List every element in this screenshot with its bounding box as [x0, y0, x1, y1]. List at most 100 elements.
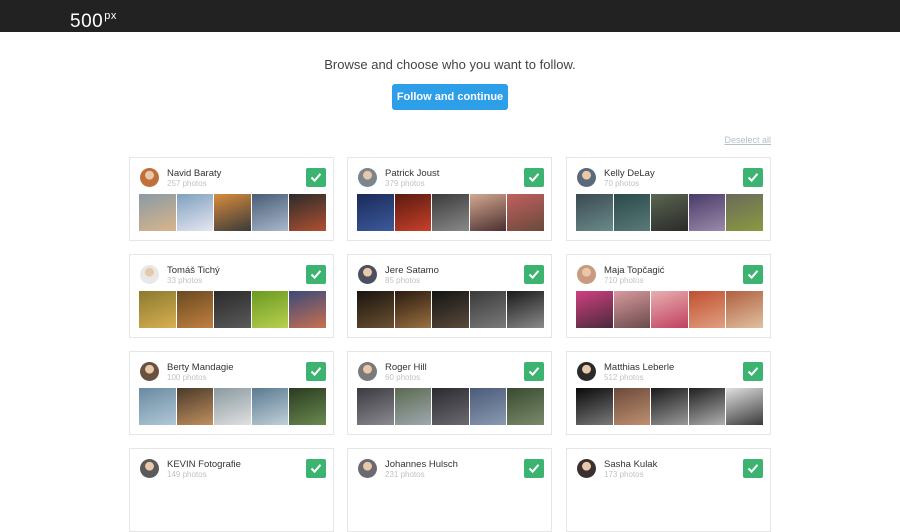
photo-thumbnail[interactable]	[507, 194, 544, 231]
photo-thumbnail[interactable]	[432, 388, 469, 425]
photo-thumbnail[interactable]	[651, 388, 688, 425]
user-name[interactable]: Maja Topčagić	[604, 265, 665, 276]
photo-thumbnail[interactable]	[688, 194, 726, 231]
photo-strip	[576, 485, 763, 522]
user-card[interactable]: KEVIN Fotografie 149 photos	[129, 448, 334, 532]
user-card[interactable]: Patrick Joust 379 photos	[347, 157, 552, 241]
photo-thumbnail[interactable]	[394, 194, 432, 231]
user-name[interactable]: Johannes Hulsch	[385, 459, 458, 470]
photo-thumbnail[interactable]	[176, 291, 214, 328]
user-name[interactable]: Kelly DeLay	[604, 168, 655, 179]
photo-thumbnail[interactable]	[214, 194, 251, 231]
avatar[interactable]	[358, 168, 377, 187]
photo-thumbnail[interactable]	[139, 291, 176, 328]
photo-thumbnail[interactable]	[357, 194, 394, 231]
photo-thumbnail[interactable]	[214, 388, 251, 425]
photo-thumbnail[interactable]	[688, 291, 726, 328]
user-name[interactable]: Jere Satamo	[385, 265, 439, 276]
follow-checkbox[interactable]	[306, 362, 326, 381]
photo-thumbnail[interactable]	[214, 291, 251, 328]
avatar[interactable]	[577, 459, 596, 478]
avatar[interactable]	[358, 362, 377, 381]
photo-thumbnail[interactable]	[469, 388, 507, 425]
photo-thumbnail[interactable]	[651, 291, 688, 328]
photo-thumbnail[interactable]	[432, 291, 469, 328]
follow-checkbox[interactable]	[306, 168, 326, 187]
avatar[interactable]	[140, 168, 159, 187]
photo-thumbnail[interactable]	[139, 194, 176, 231]
avatar[interactable]	[140, 362, 159, 381]
photo-thumbnail[interactable]	[357, 291, 394, 328]
user-name[interactable]: Berty Mandagie	[167, 362, 234, 373]
user-card[interactable]: Roger Hill 60 photos	[347, 351, 552, 435]
follow-checkbox[interactable]	[743, 168, 763, 187]
photo-thumbnail[interactable]	[507, 388, 544, 425]
follow-checkbox[interactable]	[524, 265, 544, 284]
follow-checkbox[interactable]	[524, 168, 544, 187]
photo-count: 149 photos	[167, 470, 207, 479]
photo-thumbnail[interactable]	[576, 388, 613, 425]
photo-thumbnail[interactable]	[289, 291, 326, 328]
follow-checkbox[interactable]	[524, 459, 544, 478]
follow-checkbox[interactable]	[524, 362, 544, 381]
photo-thumbnail[interactable]	[613, 388, 651, 425]
photo-thumbnail[interactable]	[251, 388, 289, 425]
avatar[interactable]	[358, 459, 377, 478]
photo-thumbnail[interactable]	[176, 194, 214, 231]
photo-thumbnail[interactable]	[394, 291, 432, 328]
photo-thumbnail[interactable]	[613, 194, 651, 231]
photo-thumbnail[interactable]	[176, 388, 214, 425]
deselect-all-link[interactable]: Deselect all	[718, 135, 771, 145]
follow-checkbox[interactable]	[306, 265, 326, 284]
avatar[interactable]	[140, 459, 159, 478]
follow-and-continue-button[interactable]: Follow and continue	[392, 84, 508, 110]
user-name[interactable]: Patrick Joust	[385, 168, 439, 179]
photo-thumbnail[interactable]	[726, 388, 763, 425]
photo-thumbnail[interactable]	[251, 194, 289, 231]
follow-checkbox[interactable]	[743, 459, 763, 478]
photo-thumbnail[interactable]	[651, 194, 688, 231]
photo-thumbnail[interactable]	[432, 194, 469, 231]
avatar[interactable]	[577, 362, 596, 381]
follow-checkbox[interactable]	[743, 265, 763, 284]
user-name[interactable]: Sasha Kulak	[604, 459, 657, 470]
user-card[interactable]: Tomáš Tichý 33 photos	[129, 254, 334, 338]
avatar[interactable]	[577, 265, 596, 284]
user-name[interactable]: KEVIN Fotografie	[167, 459, 241, 470]
user-card[interactable]: Navid Baraty 257 photos	[129, 157, 334, 241]
avatar[interactable]	[140, 265, 159, 284]
user-card[interactable]: Jere Satamo 85 photos	[347, 254, 552, 338]
follow-checkbox[interactable]	[743, 362, 763, 381]
photo-thumbnail[interactable]	[688, 388, 726, 425]
follow-checkbox[interactable]	[306, 459, 326, 478]
photo-thumbnail[interactable]	[139, 388, 176, 425]
user-card[interactable]: Sasha Kulak 173 photos	[566, 448, 771, 532]
photo-thumbnail[interactable]	[357, 388, 394, 425]
photo-thumbnail[interactable]	[726, 194, 763, 231]
photo-thumbnail[interactable]	[251, 291, 289, 328]
photo-thumbnail[interactable]	[613, 291, 651, 328]
logo[interactable]: 500px	[70, 6, 117, 32]
photo-thumbnail[interactable]	[469, 291, 507, 328]
photo-thumbnail[interactable]	[394, 388, 432, 425]
photo-thumbnail[interactable]	[289, 388, 326, 425]
avatar[interactable]	[358, 265, 377, 284]
user-card[interactable]: Kelly DeLay 70 photos	[566, 157, 771, 241]
photo-thumbnail[interactable]	[507, 291, 544, 328]
photo-thumbnail[interactable]	[726, 291, 763, 328]
user-card[interactable]: Maja Topčagić 710 photos	[566, 254, 771, 338]
user-name[interactable]: Roger Hill	[385, 362, 427, 373]
avatar[interactable]	[577, 168, 596, 187]
photo-strip	[576, 194, 763, 231]
photo-count: 100 photos	[167, 373, 207, 382]
photo-thumbnail[interactable]	[576, 291, 613, 328]
user-card[interactable]: Johannes Hulsch 231 photos	[347, 448, 552, 532]
user-card[interactable]: Matthias Leberle 512 photos	[566, 351, 771, 435]
photo-thumbnail[interactable]	[289, 194, 326, 231]
user-name[interactable]: Matthias Leberle	[604, 362, 674, 373]
photo-thumbnail[interactable]	[469, 194, 507, 231]
user-card[interactable]: Berty Mandagie 100 photos	[129, 351, 334, 435]
user-name[interactable]: Navid Baraty	[167, 168, 221, 179]
photo-thumbnail[interactable]	[576, 194, 613, 231]
user-name[interactable]: Tomáš Tichý	[167, 265, 220, 276]
